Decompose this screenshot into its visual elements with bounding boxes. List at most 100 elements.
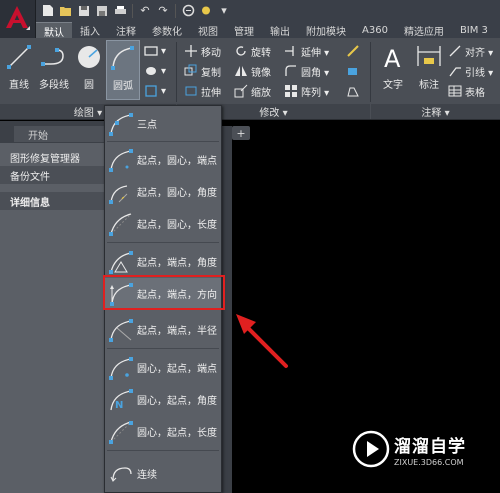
mirror-label: 镜像 [251, 67, 271, 79]
tab-annotate[interactable]: 注释 [108, 22, 144, 39]
arc-button[interactable]: 圆弧 [106, 40, 140, 100]
arc-option-label: 圆心，起点，角度 [137, 396, 217, 407]
fillet-icon [285, 65, 296, 76]
arc-option-label: 起点，端点，角度 [137, 258, 217, 269]
undo-icon[interactable]: ↶ [137, 3, 153, 19]
open-icon[interactable] [58, 3, 74, 19]
dimension-icon [417, 46, 441, 66]
move-button[interactable]: 移动 [184, 42, 221, 60]
application-menu-button[interactable] [0, 0, 36, 38]
highlight-box [103, 275, 225, 310]
panel-divider [176, 42, 177, 102]
arc-option-label: 起点，圆心，角度 [137, 188, 217, 199]
menu-separator [107, 141, 219, 142]
align-button[interactable]: 对齐 ▾ [448, 42, 493, 60]
circle-label: 圆 [84, 80, 94, 91]
tab-manage[interactable]: 管理 [226, 22, 262, 39]
arc-option-start-center-length[interactable]: 起点，圆心，长度 [105, 208, 221, 239]
offset-button[interactable] [346, 82, 363, 100]
tab-insert[interactable]: 插入 [72, 22, 108, 39]
fillet-label: 圆角 ▾ [301, 67, 330, 79]
copy-button[interactable]: 复制 [184, 62, 221, 80]
menu-separator [107, 242, 219, 243]
line-icon [7, 45, 31, 69]
quick-access-toolbar: ↶ ↷ ▾ [40, 2, 232, 19]
toolbar-separator [175, 3, 176, 18]
circle-button[interactable]: 圆 [72, 40, 106, 100]
tab-parametric[interactable]: 参数化 [144, 22, 190, 39]
tab-view[interactable]: 视图 [190, 22, 226, 39]
polyline-icon [41, 48, 64, 66]
arc-option-center-start-angle[interactable]: N 圆心，起点，角度 [105, 384, 221, 415]
arc-option-three-point[interactable]: 三点 [105, 108, 221, 139]
table-button[interactable]: 表格 [448, 82, 485, 100]
arc-option-center-start-end[interactable]: 圆心，起点，端点 [105, 352, 221, 383]
rectangle-button[interactable]: ▾ [144, 42, 166, 60]
tab-output[interactable]: 输出 [262, 22, 298, 39]
arc-option-label: 起点，端点，半径 [137, 326, 217, 337]
arc-option-start-center-angle[interactable]: 起点，圆心，角度 [105, 176, 221, 207]
save-icon[interactable] [76, 3, 92, 19]
workspace-icon[interactable] [198, 3, 214, 19]
explode-button[interactable] [346, 62, 363, 80]
stretch-button[interactable]: 拉伸 [184, 82, 221, 100]
share-icon[interactable] [180, 3, 196, 19]
scale-label: 缩放 [251, 87, 271, 99]
arc-option-label: 圆心，起点，端点 [137, 364, 217, 375]
tab-bim360[interactable]: BIM 3 [452, 22, 496, 39]
watermark-url: ZIXUE.3D66.COM [394, 457, 464, 467]
arc-option-continue[interactable]: 连续 [105, 458, 221, 489]
leader-button[interactable]: 引线 ▾ [448, 62, 493, 80]
array-button[interactable]: 阵列 ▾ [284, 82, 329, 100]
arc-option-start-end-angle[interactable]: 起点，端点，角度 [105, 246, 221, 277]
fillet-button[interactable]: 圆角 ▾ [284, 62, 329, 80]
align-label: 对齐 ▾ [465, 47, 494, 59]
hatch-button[interactable]: ▾ [144, 62, 166, 80]
menu-separator [107, 450, 219, 451]
boundary-button[interactable]: ▾ [144, 82, 166, 100]
redo-icon[interactable]: ↷ [155, 3, 171, 19]
text-icon: A [384, 45, 401, 72]
scale-button[interactable]: 缩放 [234, 82, 271, 100]
tab-default[interactable]: 默认 [36, 22, 72, 39]
new-tab-button[interactable]: + [232, 126, 250, 140]
new-icon[interactable] [40, 3, 56, 19]
tab-a360[interactable]: A360 [354, 22, 396, 39]
arc-option-center-start-length[interactable]: 圆心，起点，长度 [105, 416, 221, 447]
arc-icon [111, 46, 134, 70]
details-section[interactable]: 详细信息 [0, 192, 104, 210]
boundary-icon [145, 85, 157, 97]
arc-option-start-center-end[interactable]: 起点，圆心，端点 [105, 144, 221, 175]
panel-divider [370, 42, 371, 102]
toolbar-separator [132, 3, 133, 18]
arc-option-start-end-radius[interactable]: 起点，端点，半径 [105, 314, 221, 345]
line-button[interactable]: 直线 [2, 40, 36, 100]
chevron-down-icon[interactable]: ▾ [216, 3, 232, 19]
dimension-label: 标注 [419, 80, 439, 91]
arc-label: 圆弧 [113, 81, 133, 92]
print-icon[interactable] [112, 3, 128, 19]
menu-separator [107, 348, 219, 349]
watermark: 溜溜自学 ZIXUE.3D66.COM [352, 425, 470, 473]
array-label: 阵列 ▾ [301, 87, 330, 99]
rotate-button[interactable]: 旋转 [234, 42, 271, 60]
trim-button[interactable]: 延伸 ▾ [284, 42, 329, 60]
backup-files-section[interactable]: 备份文件 [0, 166, 104, 184]
tab-start[interactable]: 开始 [14, 126, 104, 142]
text-button[interactable]: A 文字 [376, 40, 410, 100]
tab-addins[interactable]: 附加模块 [298, 22, 354, 39]
arc-option-label: 连续 [137, 470, 157, 481]
trim-icon [285, 46, 294, 56]
tab-featured-apps[interactable]: 精选应用 [396, 22, 452, 39]
arc-start-center-end-icon [109, 148, 133, 172]
svg-text:A: A [384, 45, 401, 72]
erase-button[interactable] [346, 42, 363, 60]
arc-start-center-angle-icon [109, 184, 128, 204]
dimension-button[interactable]: 标注 [412, 40, 446, 100]
drawing-recovery-manager-title: 图形修复管理器 [10, 153, 80, 165]
mirror-button[interactable]: 镜像 [234, 62, 271, 80]
arc-3point-icon [109, 112, 133, 136]
polyline-button[interactable]: 多段线 [36, 40, 72, 100]
saveas-icon[interactable] [94, 3, 110, 19]
annotation-panel-label[interactable]: 注释 ▾ [371, 104, 500, 119]
